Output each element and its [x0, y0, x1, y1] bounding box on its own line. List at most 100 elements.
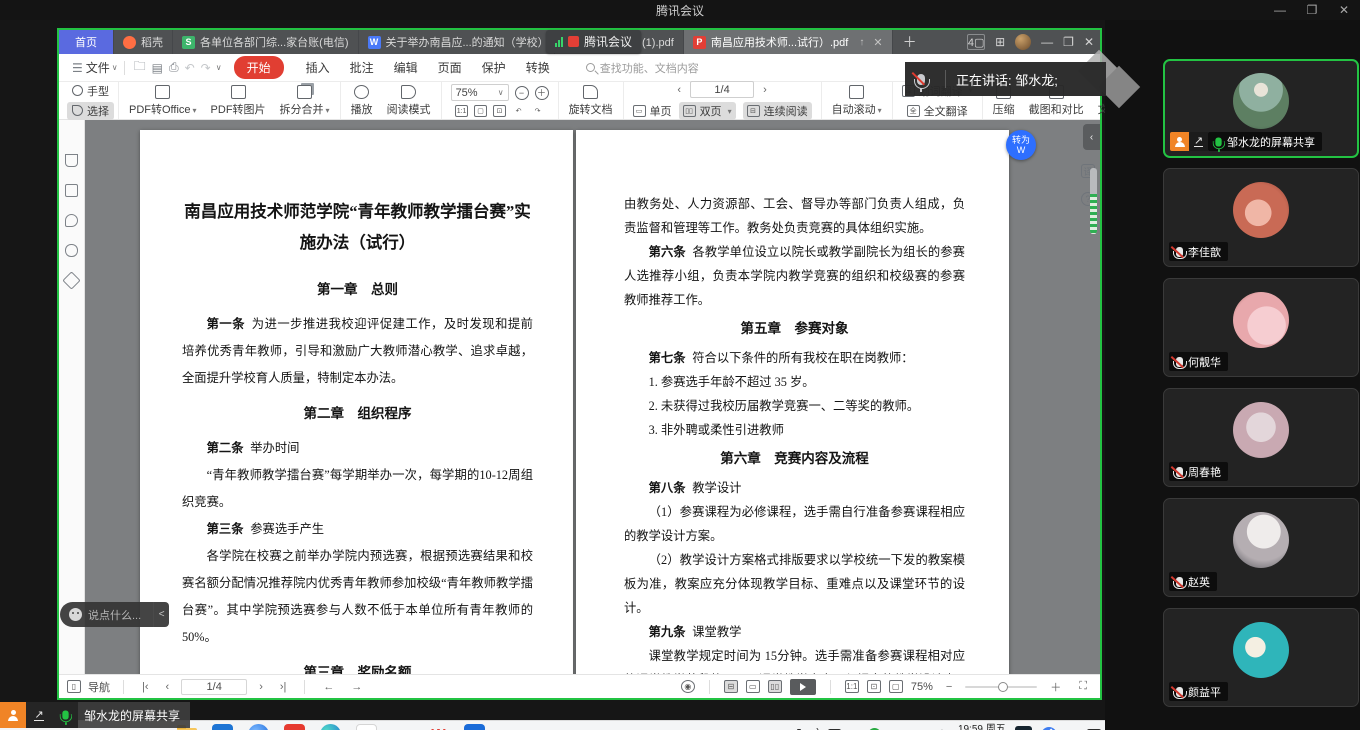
- cloud-drive-icon[interactable]: ☁: [356, 724, 377, 730]
- participant-tile[interactable]: 颜益平: [1163, 608, 1359, 707]
- chat-collapse-icon[interactable]: <: [153, 602, 169, 627]
- status-page-indicator[interactable]: 1/4: [181, 679, 247, 695]
- zoom-out-icon[interactable]: −: [515, 86, 529, 100]
- participant-tile[interactable]: 何靓华: [1163, 278, 1359, 377]
- note-pen-icon[interactable]: [1041, 727, 1057, 730]
- tab-pin-icon[interactable]: ↑: [859, 37, 864, 48]
- emoji-icon[interactable]: [69, 608, 82, 621]
- convert-to-word-fab[interactable]: 转为W: [1006, 130, 1036, 160]
- pdf-page-2[interactable]: 由教务处、人力资源部、工会、督导办等部门负责人组成，负责监督和管理等工作。教务处…: [576, 130, 1009, 674]
- zoom-in-icon[interactable]: ＋: [535, 86, 549, 100]
- zoom-slider[interactable]: [965, 686, 1037, 688]
- prev-page-icon[interactable]: ‹: [672, 84, 686, 96]
- menu-protect[interactable]: 保护: [482, 59, 506, 76]
- zoom-select[interactable]: 75%∨: [451, 84, 509, 101]
- wps-office-icon[interactable]: W: [428, 724, 449, 730]
- page-indicator[interactable]: 1/4: [690, 81, 754, 98]
- tab-sheet-doc[interactable]: S 各单位各部门综...家台账(电信): [173, 30, 359, 54]
- pdf-page-1[interactable]: 南昌应用技术师范学院“青年教师教学擂台赛”实施办法（试行） 第一章 总则 第一条…: [140, 130, 573, 674]
- split-merge-button[interactable]: 拆分合并▾: [274, 84, 336, 118]
- double-page-button[interactable]: ▯▯双页▾: [679, 102, 736, 120]
- mail-icon[interactable]: ✉: [212, 724, 233, 730]
- menu-page[interactable]: 页面: [438, 59, 462, 76]
- tab-list-icon[interactable]: 4▢: [967, 34, 985, 50]
- open-folder-icon[interactable]: 🗀: [134, 57, 146, 78]
- tab-pdf-active[interactable]: P 南昌应用技术师...试行）.pdf ↑ ✕: [684, 30, 893, 54]
- new-tab-button[interactable]: ＋: [893, 30, 927, 54]
- participant-tile[interactable]: 李佳歆: [1163, 168, 1359, 267]
- account-avatar[interactable]: [1015, 34, 1031, 50]
- menu-file[interactable]: 文件: [86, 59, 110, 76]
- history-back-icon[interactable]: ←: [318, 681, 339, 693]
- participant-tile[interactable]: 赵英: [1163, 498, 1359, 597]
- history-forward-icon[interactable]: →: [346, 681, 367, 693]
- full-translate-button[interactable]: 全全文翻译: [902, 102, 973, 120]
- maximize-button[interactable]: ❐: [1296, 0, 1328, 20]
- zoom-in-icon[interactable]: ＋: [1045, 679, 1066, 695]
- wps-minimize-icon[interactable]: —: [1041, 34, 1053, 50]
- fit-width-icon[interactable]: ⊡: [867, 680, 881, 693]
- edge-browser-icon[interactable]: e: [320, 724, 341, 730]
- pdf-to-image-button[interactable]: PDF转图片: [205, 84, 272, 118]
- bookmark-icon[interactable]: [65, 154, 78, 167]
- menu-insert[interactable]: 插入: [306, 59, 330, 76]
- menu-edit[interactable]: 编辑: [394, 59, 418, 76]
- continuous-read-button[interactable]: ⊟连续阅读: [743, 102, 812, 120]
- tab-docer[interactable]: 稻壳: [114, 30, 173, 54]
- signature-icon[interactable]: [62, 271, 80, 289]
- meeting-floating-tag[interactable]: 腾讯会议: [546, 30, 641, 53]
- photoshop-tray-icon[interactable]: Ps12: [1015, 726, 1032, 730]
- select-tool-button[interactable]: 选择: [67, 102, 114, 120]
- hand-tool-button[interactable]: 手型: [67, 82, 114, 100]
- fit-width-icon[interactable]: ⊡: [493, 105, 506, 117]
- single-page-button[interactable]: ▭单页: [633, 103, 672, 119]
- last-page-icon[interactable]: ›|: [275, 681, 292, 693]
- vertical-scrollbar[interactable]: [1090, 168, 1097, 234]
- chat-input[interactable]: 说点什么...: [60, 602, 153, 627]
- auto-scroll-button[interactable]: 自动滚动▾: [826, 84, 888, 118]
- rotate-left-icon[interactable]: ↶: [512, 105, 525, 117]
- meeting-app-icon[interactable]: [464, 724, 485, 730]
- undo-icon[interactable]: ↶: [185, 61, 195, 75]
- actual-size-icon[interactable]: 1:1: [845, 680, 859, 693]
- image-note-icon[interactable]: [65, 184, 78, 197]
- wps-restore-icon[interactable]: ❐: [1063, 34, 1074, 50]
- menu-comment[interactable]: 批注: [350, 59, 374, 76]
- participant-tile[interactable]: 周春艳: [1163, 388, 1359, 487]
- actual-size-icon[interactable]: 1:1: [455, 105, 468, 117]
- tab-word-doc[interactable]: W 关于举办南昌应...的通知（学校）: [359, 30, 555, 54]
- workspace-grid-icon[interactable]: ⊞: [995, 34, 1005, 50]
- fit-page-icon[interactable]: ▢: [889, 680, 903, 693]
- continuous-view-icon[interactable]: ⊟: [724, 680, 738, 693]
- prev-page-icon[interactable]: ‹: [161, 681, 175, 693]
- print-icon[interactable]: ⎙: [169, 60, 179, 75]
- fit-page-icon[interactable]: ▢: [474, 105, 487, 117]
- read-mode-button[interactable]: 阅读模式: [381, 84, 437, 118]
- next-page-icon[interactable]: ›: [758, 84, 772, 96]
- zoom-level[interactable]: 75%: [911, 681, 933, 693]
- nav-panel-icon[interactable]: ▯: [67, 680, 81, 693]
- rotate-doc-button[interactable]: 旋转文档: [563, 84, 619, 118]
- browser-globe-icon[interactable]: [248, 724, 269, 730]
- next-page-icon[interactable]: ›: [254, 681, 268, 693]
- system-clock[interactable]: 19:59 周五 2022/11/18: [956, 724, 1005, 730]
- search-input[interactable]: 查找功能、文档内容: [586, 60, 699, 76]
- first-page-icon[interactable]: |‹: [137, 681, 154, 693]
- hamburger-icon[interactable]: ☰: [72, 61, 83, 75]
- comment-icon[interactable]: [65, 214, 78, 227]
- close-button[interactable]: ✕: [1328, 0, 1360, 20]
- participant-tile[interactable]: ↗ 邹水龙的屏幕共享: [1163, 59, 1359, 158]
- panel-collapse-icon[interactable]: ‹: [1083, 124, 1100, 150]
- ime-indicator[interactable]: 中: [936, 727, 947, 730]
- rotate-right-icon[interactable]: ↷: [531, 105, 544, 117]
- fullscreen-icon[interactable]: ⛶: [1074, 680, 1092, 693]
- redo-icon[interactable]: ↷: [201, 61, 211, 75]
- play-slideshow-button[interactable]: [790, 679, 816, 695]
- minimize-button[interactable]: —: [1264, 0, 1296, 20]
- attachment-icon[interactable]: [65, 244, 78, 257]
- tab-close-icon[interactable]: ✕: [873, 36, 882, 49]
- ie-browser-icon[interactable]: e: [392, 724, 413, 730]
- menu-convert[interactable]: 转换: [526, 59, 550, 76]
- save-icon[interactable]: ▤: [152, 61, 163, 75]
- pdf-to-office-button[interactable]: PDF转Office▾: [123, 84, 203, 118]
